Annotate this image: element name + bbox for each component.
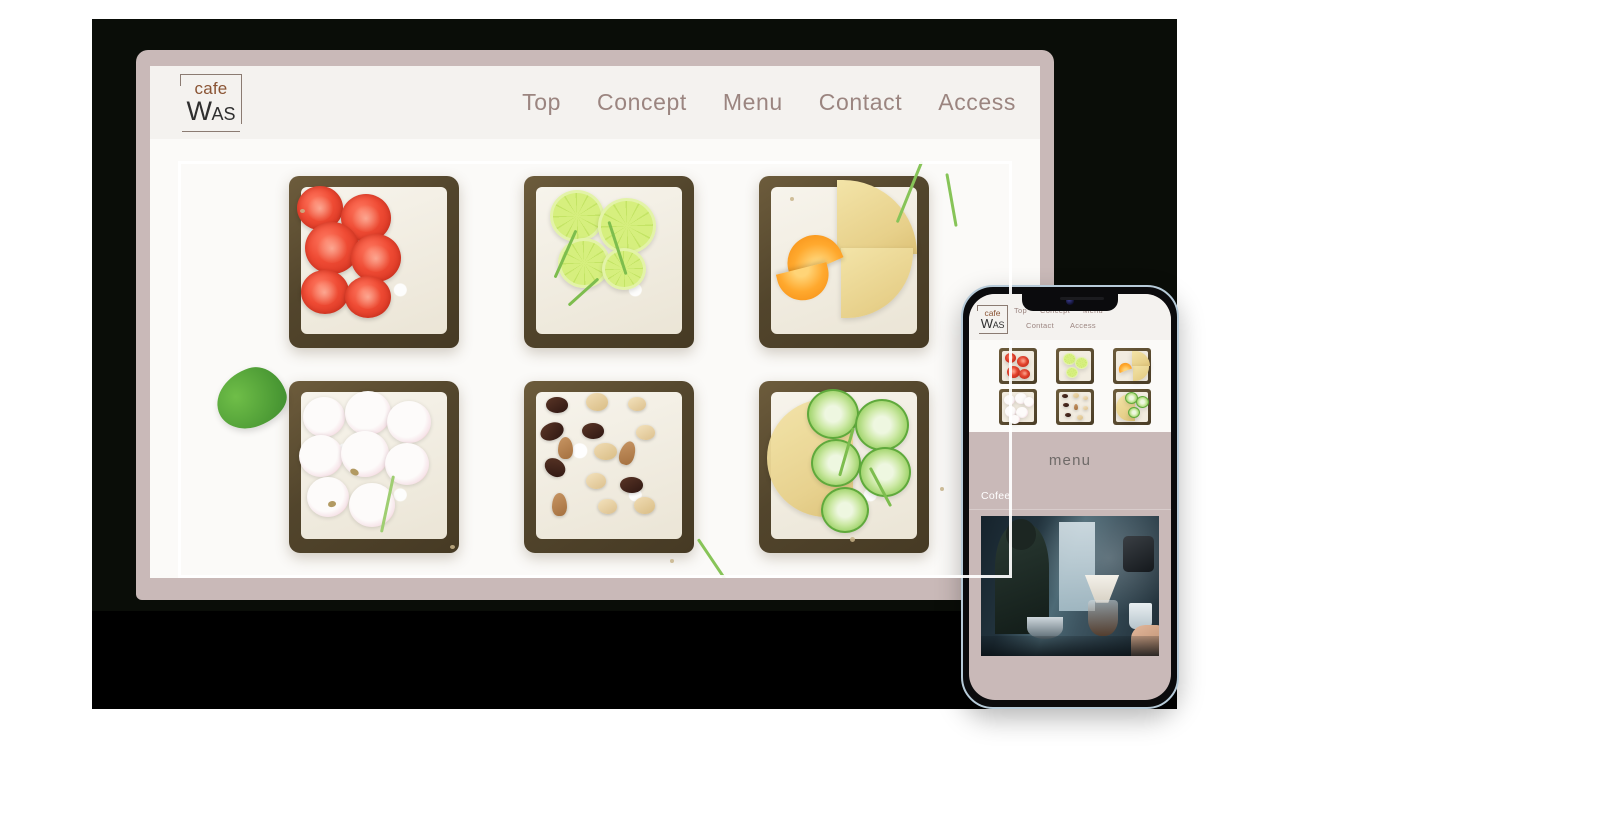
mobile-hero-photo: [969, 340, 1171, 432]
coffee-brewing-photo: [981, 516, 1159, 656]
mobile-menu-heading: menu: [1048, 452, 1092, 469]
bread-slice: [288, 380, 459, 553]
mobile-toast-grid: [969, 340, 1171, 432]
mockup-stage: cafe WAS Top Concept Menu Contact Access: [0, 0, 1621, 830]
nav-item-access[interactable]: Access: [938, 89, 1016, 116]
site-header: cafe WAS Top Concept Menu Contact Access: [150, 66, 1040, 139]
mobile-menu-band: menu: [969, 432, 1171, 486]
tomato-topping: [289, 176, 459, 348]
mobile-toast-item: [993, 387, 1044, 426]
toast-item: [741, 368, 948, 567]
mobile-website-screen: cafe WAS Top Concept Menu Contact Access: [969, 294, 1171, 700]
mobile-phone-device: cafe WAS Top Concept Menu Contact Access: [961, 285, 1179, 709]
monitor-bezel: cafe WAS Top Concept Menu Contact Access: [136, 50, 1054, 600]
mobile-toast-item: [993, 346, 1044, 385]
mobile-coffee-section: [969, 510, 1171, 656]
desktop-website-screen: cafe WAS Top Concept Menu Contact Access: [150, 66, 1040, 578]
bread-slice: [288, 176, 459, 349]
hero-photo: [150, 139, 1040, 578]
bread-slice: [523, 380, 694, 553]
mobile-toast-item: [1106, 387, 1157, 426]
phone-speaker: [1060, 297, 1105, 300]
logo-name-rest: AS: [211, 104, 236, 124]
nav-item-top[interactable]: Top: [522, 89, 561, 116]
cucumber-topping: [759, 381, 929, 553]
primary-navigation: Top Concept Menu Contact Access: [522, 89, 1016, 116]
site-logo[interactable]: cafe WAS: [179, 73, 243, 133]
bread-slice: [759, 380, 930, 553]
logo-cafe-text: cafe: [194, 79, 228, 98]
mobile-logo-name-text: WAS: [980, 316, 1005, 332]
logo-initial: W: [186, 96, 212, 126]
mobile-nav-item-contact[interactable]: Contact: [1026, 321, 1054, 330]
mobile-logo-name-rest: AS: [992, 320, 1005, 331]
mobile-section-label-coffee: Cofee: [969, 486, 1171, 510]
mobile-logo-initial: W: [980, 316, 993, 332]
nav-item-menu[interactable]: Menu: [723, 89, 783, 116]
toast-item: [505, 368, 712, 567]
mobile-toast-item: [1050, 387, 1101, 426]
toast-item: [505, 163, 712, 362]
mobile-site-logo[interactable]: cafe WAS: [977, 305, 1008, 335]
toast-grid: [150, 139, 1040, 578]
nav-item-contact[interactable]: Contact: [819, 89, 902, 116]
mobile-toast-item: [1106, 346, 1157, 385]
nav-item-concept[interactable]: Concept: [597, 89, 687, 116]
logo-name-text: WAS: [187, 98, 236, 125]
toast-item: [741, 163, 948, 362]
mobile-toast-item: [1050, 346, 1101, 385]
toast-item: [270, 163, 477, 362]
nuts-raisins-topping: [524, 381, 694, 553]
lime-topping: [524, 176, 694, 348]
toast-item: [270, 368, 477, 567]
mobile-nav-item-access[interactable]: Access: [1070, 321, 1096, 330]
mobile-nav-row-two: Contact Access: [1014, 321, 1163, 330]
radish-topping: [289, 381, 459, 553]
bread-slice: [523, 176, 694, 349]
